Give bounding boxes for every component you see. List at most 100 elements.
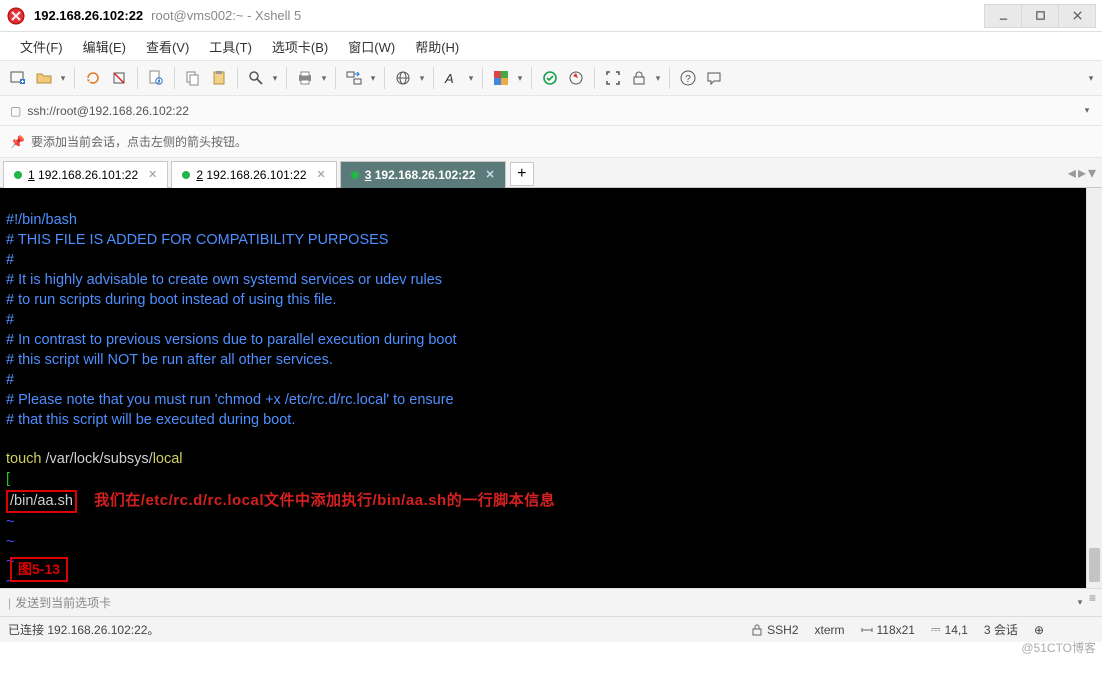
find-dropdown-icon[interactable]: ▾ (270, 66, 280, 90)
term-line: # It is highly advisable to create own s… (6, 272, 442, 288)
term-touch-cmd: touch (6, 451, 41, 467)
menu-bar: 文件(F) 编辑(E) 查看(V) 工具(T) 选项卡(B) 窗口(W) 帮助(… (0, 32, 1102, 60)
tab-label: 192.168.26.101:22 (206, 168, 306, 182)
term-touch-arg: /var/lock/subsys/ (41, 451, 152, 467)
figure-label: 图5-13 (10, 557, 68, 582)
open-dropdown-icon[interactable]: ▾ (58, 66, 68, 90)
tab-number: 3 (365, 168, 372, 182)
font-icon[interactable]: A (440, 66, 464, 90)
address-bar: ▢ ssh://root@192.168.26.102:22 ▾ (0, 96, 1102, 126)
scrollbar-thumb[interactable] (1089, 548, 1100, 582)
help-icon[interactable]: ? (676, 66, 700, 90)
term-line: # In contrast to previous versions due t… (6, 332, 457, 348)
tab-next-icon[interactable]: ▸ (1078, 163, 1086, 183)
status-connection: 已连接 192.168.26.102:22。 (8, 621, 735, 638)
tab-label: 192.168.26.102:22 (375, 168, 476, 182)
address-url[interactable]: ssh://root@192.168.26.102:22 (27, 104, 189, 118)
session-tab-3[interactable]: 3 192.168.26.102:22 ✕ (340, 161, 506, 188)
tab-close-icon[interactable]: ✕ (148, 168, 157, 181)
watermark: @51CTO博客 (1021, 639, 1096, 656)
term-tilde: ~ (6, 534, 14, 550)
tab-close-icon[interactable]: ✕ (486, 168, 495, 181)
menu-edit[interactable]: 编辑(E) (73, 33, 136, 60)
status-dot-icon (182, 171, 190, 179)
compass-icon[interactable] (564, 66, 588, 90)
status-extra-icon[interactable]: ⊕ (1034, 623, 1044, 637)
hint-bar: 📌 要添加当前会话，点击左侧的箭头按钮。 (0, 126, 1102, 158)
menu-tools[interactable]: 工具(T) (199, 33, 262, 60)
transfer-dropdown-icon[interactable]: ▾ (368, 66, 378, 90)
term-touch-last: local (153, 451, 183, 467)
term-script: /bin/aa.sh (10, 493, 73, 509)
print-dropdown-icon[interactable]: ▾ (319, 66, 329, 90)
term-line: # (6, 252, 14, 268)
close-button[interactable] (1058, 4, 1096, 28)
tab-prev-icon[interactable]: ◂ (1068, 163, 1076, 183)
term-line: # to run scripts during boot instead of … (6, 292, 336, 308)
status-dot-icon (351, 171, 359, 179)
status-term: xterm (815, 623, 845, 637)
terminal[interactable]: #!/bin/bash # THIS FILE IS ADDED FOR COM… (0, 188, 1086, 588)
tab-close-icon[interactable]: ✕ (317, 168, 326, 181)
lock-dropdown-icon[interactable]: ▾ (653, 66, 663, 90)
tab-number: 2 (196, 168, 203, 182)
font-dropdown-icon[interactable]: ▾ (466, 66, 476, 90)
terminal-area: #!/bin/bash # THIS FILE IS ADDED FOR COM… (0, 188, 1102, 588)
session-tab-1[interactable]: 1 192.168.26.101:22 ✕ (3, 161, 168, 188)
bookmark-icon[interactable]: ▢ (10, 104, 21, 118)
status-cursor: ⎓ 14,1 (931, 622, 968, 637)
menu-help[interactable]: 帮助(H) (405, 33, 469, 60)
svg-text:?: ? (685, 74, 691, 85)
term-line: # Please note that you must run 'chmod +… (6, 392, 454, 408)
pin-icon[interactable]: 📌 (10, 135, 25, 149)
toolbar: ▾ ▾ ▾ ▾ ▾ A ▾ ▾ ▾ ? ▾ (0, 60, 1102, 96)
properties-icon[interactable] (144, 66, 168, 90)
status-dot-icon (14, 171, 22, 179)
address-dropdown-icon[interactable]: ▾ (1082, 99, 1092, 123)
menu-file[interactable]: 文件(F) (10, 33, 73, 60)
lock-icon[interactable] (627, 66, 651, 90)
minimize-button[interactable] (984, 4, 1022, 28)
status-sessions: 3 会话 (984, 621, 1018, 638)
term-line: # THIS FILE IS ADDED FOR COMPATIBILITY P… (6, 232, 388, 248)
paste-icon[interactable] (207, 66, 231, 90)
input-prefix: | (8, 596, 11, 610)
status-size: 118x21 (861, 623, 915, 637)
new-tab-button[interactable]: + (510, 162, 534, 186)
reconnect-icon[interactable] (81, 66, 105, 90)
disconnect-icon[interactable] (107, 66, 131, 90)
tab-list-icon[interactable]: ▾ (1088, 163, 1096, 183)
title-bar: 192.168.26.102:22 root@vms002:~ - Xshell… (0, 0, 1102, 32)
color-dropdown-icon[interactable]: ▾ (515, 66, 525, 90)
copy-icon[interactable] (181, 66, 205, 90)
annotation-note: 我们在/etc/rc.d/rc.local文件中添加执行/bin/aa.sh的一… (94, 492, 555, 509)
new-session-icon[interactable] (6, 66, 30, 90)
command-input-bar[interactable]: | 发送到当前选项卡 ▾ ≡ (0, 588, 1102, 616)
menu-tabs[interactable]: 选项卡(B) (262, 33, 338, 60)
tab-number: 1 (28, 168, 35, 182)
menu-window[interactable]: 窗口(W) (338, 33, 405, 60)
toolbar-overflow-icon[interactable]: ▾ (1086, 66, 1096, 90)
about-icon[interactable] (702, 66, 726, 90)
browser-dropdown-icon[interactable]: ▾ (417, 66, 427, 90)
maximize-button[interactable] (1021, 4, 1059, 28)
browser-icon[interactable] (391, 66, 415, 90)
fullscreen-icon[interactable] (601, 66, 625, 90)
input-placeholder: 发送到当前选项卡 (15, 594, 111, 611)
term-line: # (6, 312, 14, 328)
open-icon[interactable] (32, 66, 56, 90)
status-proto: SSH2 (751, 623, 798, 637)
transfer-icon[interactable] (342, 66, 366, 90)
tab-nav-arrows: ◂ ▸ ▾ (1068, 158, 1102, 188)
menu-view[interactable]: 查看(V) (136, 33, 199, 60)
terminal-scrollbar[interactable] (1086, 188, 1102, 588)
window-title-host: 192.168.26.102:22 (34, 8, 143, 23)
find-icon[interactable] (244, 66, 268, 90)
session-tab-2[interactable]: 2 192.168.26.101:22 ✕ (171, 161, 336, 188)
print-icon[interactable] (293, 66, 317, 90)
hint-text: 要添加当前会话，点击左侧的箭头按钮。 (31, 133, 247, 150)
input-menu-icon[interactable]: ≡ (1089, 591, 1096, 615)
input-history-icon[interactable]: ▾ (1075, 591, 1085, 615)
log-icon[interactable] (538, 66, 562, 90)
color-scheme-icon[interactable] (489, 66, 513, 90)
